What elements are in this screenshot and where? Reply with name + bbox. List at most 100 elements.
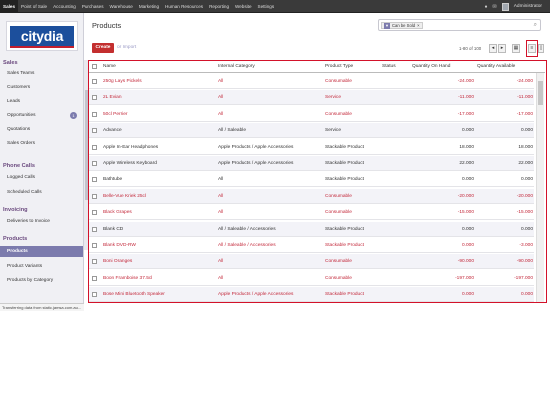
menu-sales[interactable]: Sales xyxy=(0,0,19,13)
cell-name: Advance xyxy=(103,128,122,134)
cell-product-type: Consumable xyxy=(325,259,352,265)
form-view-icon[interactable]: ▯ xyxy=(538,44,544,53)
menu-point-of-sale[interactable]: Point of Sale xyxy=(18,0,50,13)
table-row[interactable]: 50cl Perrier All Consumable -17.000 -17.000 xyxy=(89,107,534,122)
cell-internal-category: Apple Products / Apple Accessories xyxy=(218,144,294,150)
row-checkbox[interactable] xyxy=(92,226,97,232)
cell-quantity-available: -3.000 xyxy=(519,243,533,248)
menu-purchases[interactable]: Purchases xyxy=(79,0,107,13)
cell-internal-category: All xyxy=(218,111,224,117)
table-row[interactable]: Belle-Vue Kriek 25cl All Consumable -20.000… xyxy=(89,188,534,204)
cell-quantity-available: 22.000 xyxy=(518,161,533,166)
sidebar-item-deliveries-to-invoice[interactable]: Deliveries to Invoice xyxy=(7,216,81,227)
row-checkbox[interactable] xyxy=(92,210,97,216)
menu-settings[interactable]: Settings xyxy=(255,0,278,13)
sidebar-item-logged-calls[interactable]: Logged Calls xyxy=(7,172,81,183)
menu-reporting[interactable]: Reporting xyxy=(206,0,232,13)
search-input[interactable]: ▼ Can be Sold × ⌕ xyxy=(378,19,541,31)
avatar[interactable] xyxy=(501,2,509,11)
row-checkbox[interactable] xyxy=(92,243,97,248)
row-checkbox[interactable] xyxy=(92,177,97,183)
table-row[interactable]: Blank CD All / Saleable / Accessories Stac… xyxy=(89,221,534,237)
sidebar-item-product-variants[interactable]: Product Variants xyxy=(7,261,81,272)
search-icon[interactable]: ⌕ xyxy=(534,22,537,29)
sidebar-item-sales-teams[interactable]: Sales Teams xyxy=(7,68,81,79)
messages-icon[interactable]: ✉ xyxy=(493,4,497,10)
row-checkbox[interactable] xyxy=(92,161,97,166)
row-checkbox[interactable] xyxy=(92,292,97,298)
table-row[interactable]: Apple Wireless Keyboard Apple Products / … xyxy=(89,156,534,171)
column-header-product-type[interactable]: Product Type xyxy=(325,61,353,73)
row-checkbox[interactable] xyxy=(92,193,97,199)
cell-quantity-available: -20.000 xyxy=(516,193,533,199)
menu-accounting[interactable]: Accounting xyxy=(50,0,79,13)
table-row[interactable]: 250g Lays Pickels All Consumable -24.000 -24… xyxy=(89,74,534,89)
cell-status xyxy=(382,156,410,171)
sidebar-item-products[interactable]: Products xyxy=(0,246,83,257)
row-checkbox[interactable] xyxy=(92,79,97,84)
menu-warehouse[interactable]: Warehouse xyxy=(107,0,136,13)
row-checkbox[interactable] xyxy=(92,259,97,265)
sidebar-item-leads[interactable]: Leads xyxy=(7,96,81,107)
pager-next-button[interactable]: ▸ xyxy=(498,44,506,53)
company-logo[interactable]: citydia xyxy=(6,21,78,51)
table-row[interactable]: Blank DVD-RW All / Saleable / Accessories… xyxy=(89,238,534,253)
menu-human-resources[interactable]: Human Resources xyxy=(162,0,206,13)
import-link[interactable]: or Import xyxy=(117,43,136,53)
cell-name: Bathtube xyxy=(103,177,123,183)
kanban-view-icon[interactable]: ▦ xyxy=(512,44,520,53)
row-checkbox[interactable] xyxy=(92,95,97,101)
menu-marketing[interactable]: Marketing xyxy=(136,0,162,13)
table-row[interactable]: 2L Evian All Service -11.000 -11.000 xyxy=(89,90,534,106)
cell-product-type: Consumable xyxy=(325,111,352,117)
row-checkbox[interactable] xyxy=(92,275,97,281)
column-header-internal-category[interactable]: Internal Category xyxy=(218,61,255,73)
cell-product-type: Stackable Product xyxy=(325,144,364,150)
menu-website[interactable]: Website xyxy=(232,0,255,13)
table-scroll-thumb[interactable] xyxy=(538,81,543,105)
cell-quantity-on-hand: -90.000 xyxy=(457,259,474,265)
cell-quantity-on-hand: -15.000 xyxy=(457,210,474,216)
sidebar-item-sales-orders[interactable]: Sales Orders xyxy=(7,138,81,149)
cell-quantity-available: -197.000 xyxy=(514,275,533,281)
create-button[interactable]: Create xyxy=(92,43,114,53)
sidebar-item-products-by-category[interactable]: Products by Category xyxy=(7,275,81,286)
cell-internal-category: All xyxy=(218,275,224,281)
sidebar-item-opportunities[interactable]: Opportunities 1 xyxy=(7,110,81,121)
row-checkbox[interactable] xyxy=(92,144,97,150)
row-checkbox[interactable] xyxy=(92,128,97,134)
pager-value[interactable]: 1-80 of 100 xyxy=(459,44,481,53)
column-header-quantity-on-hand[interactable]: Quantity On Hand xyxy=(412,61,450,73)
sidebar-item-quotations[interactable]: Quotations xyxy=(7,124,81,135)
table-row[interactable]: Apple In-Ear Headphones Apple Products / … xyxy=(89,140,534,155)
search-facet-label: Can be Sold xyxy=(392,22,416,28)
pager-previous-button[interactable]: ◂ xyxy=(489,44,497,53)
table-row[interactable]: Bathtube All Stackable Product 0.000 0.000 xyxy=(89,172,534,188)
cell-internal-category: All xyxy=(218,79,224,84)
table-row[interactable]: Black Grapes All Consumable -15.000 -15.000 xyxy=(89,205,534,221)
user-name[interactable]: Administrator xyxy=(514,4,542,9)
column-header-name[interactable]: Name xyxy=(103,61,116,73)
table-scrollbar[interactable] xyxy=(536,73,544,302)
select-all-checkbox[interactable] xyxy=(92,64,97,69)
sidebar-item-customers[interactable]: Customers xyxy=(7,82,81,93)
table-row[interactable]: Boon Framboise 37.5cl All Consumable -197.0… xyxy=(89,271,534,286)
search-facet[interactable]: ▼ Can be Sold × xyxy=(381,22,423,29)
row-checkbox[interactable] xyxy=(92,111,97,117)
table-row[interactable]: Advance All / Saleable Service 0.000 0.000 xyxy=(89,123,534,139)
cell-quantity-available: 0.000 xyxy=(520,226,533,232)
cell-internal-category: All xyxy=(218,177,224,183)
cell-product-type: Consumable xyxy=(325,210,352,216)
cell-status xyxy=(382,189,410,204)
table-row[interactable]: Boni Oranges All Consumable -90.000 -90.000 xyxy=(89,254,534,270)
table-row[interactable]: Bose Mini Bluetooth Speaker Apple Product… xyxy=(89,287,534,302)
sidebar-item-scheduled-calls[interactable]: Scheduled Calls xyxy=(7,187,81,198)
cell-status xyxy=(382,254,410,269)
column-header-quantity-available[interactable]: Quantity Available xyxy=(477,61,515,73)
chat-icon[interactable]: ● xyxy=(485,4,488,10)
column-header-status[interactable]: Status xyxy=(382,61,396,73)
cell-quantity-on-hand: -24.000 xyxy=(457,79,474,84)
table-header: Name Internal Category Product Type Stat… xyxy=(89,61,545,73)
facet-remove-icon[interactable]: × xyxy=(417,23,419,29)
cell-internal-category: All xyxy=(218,95,224,101)
